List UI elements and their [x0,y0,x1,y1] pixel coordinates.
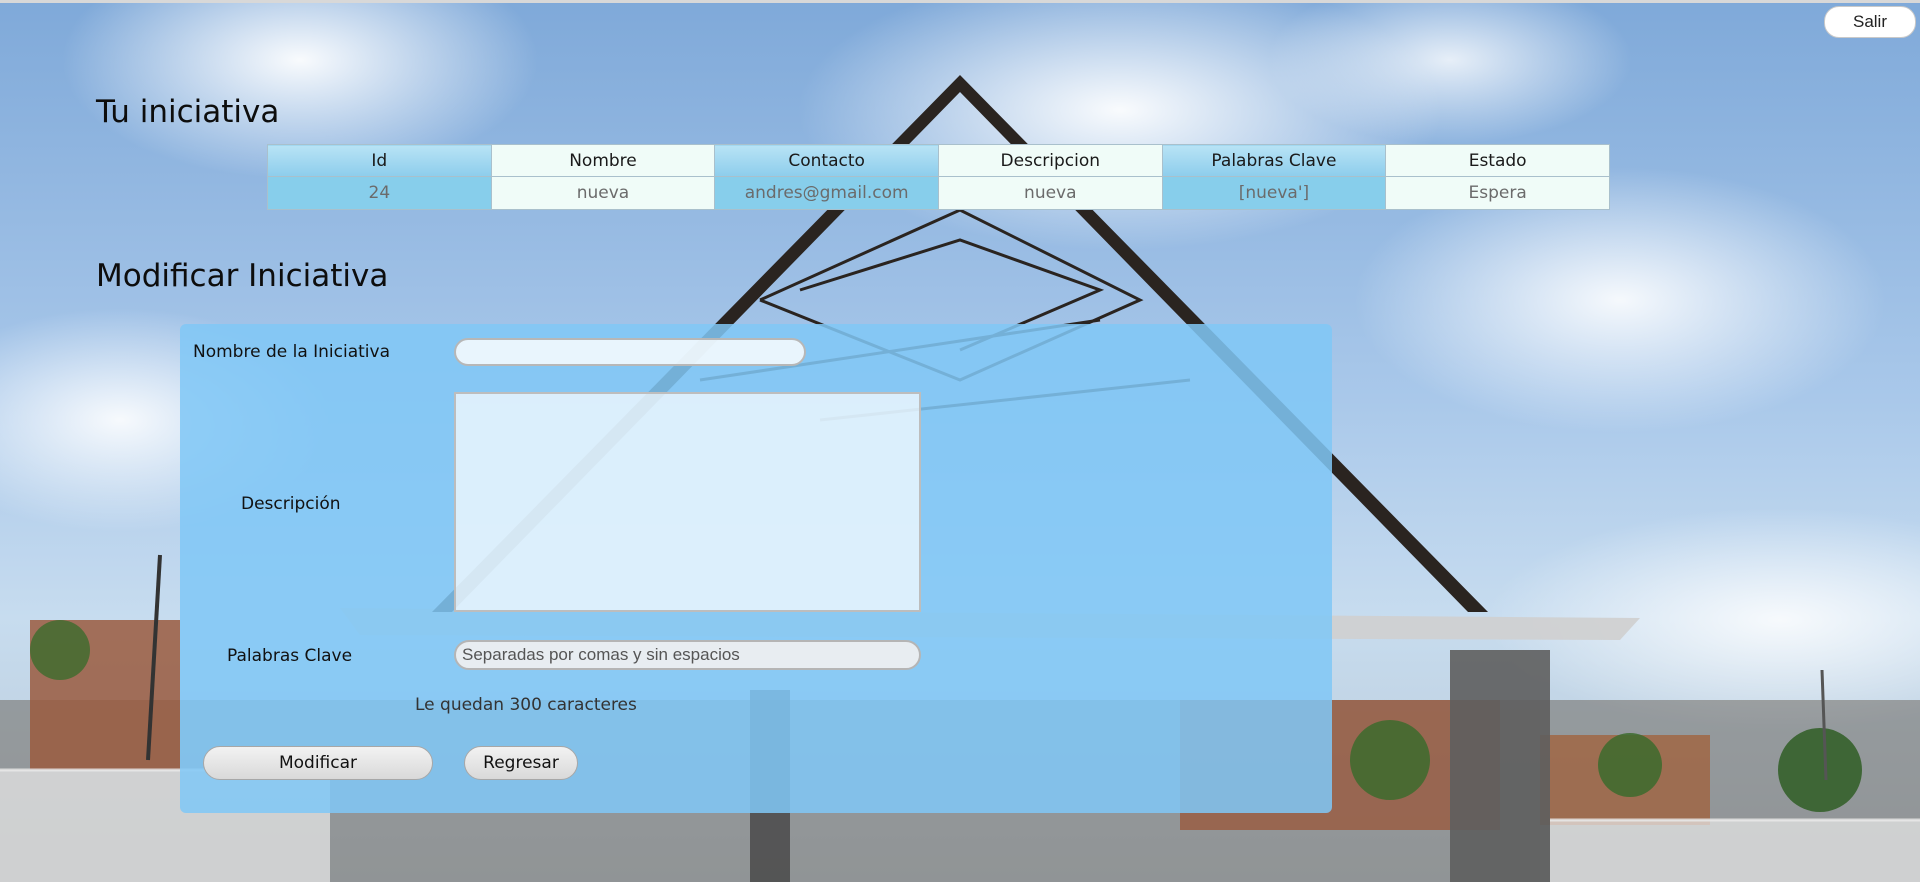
table-row: 24 nueva andres@gmail.com nueva [nueva']… [267,176,1610,210]
table-header-row: Id Nombre Contacto Descripcion Palabras … [267,144,1610,177]
column-header-id: Id [267,144,492,177]
top-border [0,0,1920,3]
name-input[interactable] [454,338,806,366]
cell-contacto: andres@gmail.com [714,176,939,210]
cell-nombre: nueva [490,176,716,210]
character-counter: Le quedan 300 caracteres [415,695,637,715]
initiative-table: Id Nombre Contacto Descripcion Palabras … [267,144,1610,210]
keywords-label: Palabras Clave [227,646,353,666]
description-textarea[interactable] [454,392,921,612]
cell-palabras-clave: [nueva'] [1161,176,1387,210]
description-label: Descripción [241,494,341,514]
page-title: Tu iniciativa [96,94,280,130]
cell-estado: Espera [1385,176,1610,210]
exit-button[interactable]: Salir [1824,6,1916,38]
column-header-palabras-clave: Palabras Clave [1161,144,1387,177]
column-header-nombre: Nombre [490,144,716,177]
column-header-descripcion: Descripcion [937,144,1163,177]
cell-id: 24 [267,176,492,210]
column-header-contacto: Contacto [714,144,939,177]
name-label: Nombre de la Iniciativa [193,342,391,362]
form-title: Modificar Iniciativa [96,258,389,294]
modify-button[interactable]: Modificar [203,746,433,780]
column-header-estado: Estado [1385,144,1610,177]
cell-descripcion: nueva [937,176,1163,210]
keywords-input[interactable] [454,640,921,670]
back-button[interactable]: Regresar [464,746,578,780]
